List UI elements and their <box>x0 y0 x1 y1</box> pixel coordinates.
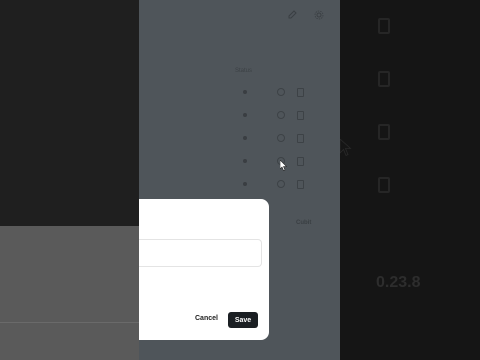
radio-icon[interactable] <box>277 111 285 119</box>
status-dot-icon <box>243 113 247 117</box>
mouse-cursor-icon <box>280 160 287 171</box>
status-column-header: Status <box>235 68 253 74</box>
divider <box>0 322 139 323</box>
radio-icon[interactable] <box>277 88 285 96</box>
dialog-text-field[interactable] <box>139 239 262 267</box>
table-row[interactable] <box>139 132 340 146</box>
copy-icon <box>378 18 390 34</box>
status-dot-icon <box>243 136 247 140</box>
status-dot-icon <box>243 159 247 163</box>
copy-icon <box>378 71 390 87</box>
radio-icon[interactable] <box>277 180 285 188</box>
radio-icon[interactable] <box>277 134 285 142</box>
table-row[interactable] <box>139 86 340 100</box>
copy-icon[interactable] <box>297 111 304 120</box>
status-dot-icon <box>243 90 247 94</box>
edit-dialog: Cancel Save <box>139 199 269 340</box>
status-dot-icon <box>243 182 247 186</box>
table-row[interactable] <box>139 109 340 123</box>
version-text: 0.23.8 <box>376 274 421 291</box>
table-row[interactable] <box>139 178 340 192</box>
copy-icon <box>378 124 390 140</box>
right-background-panel: 0.23.8 <box>340 0 480 360</box>
copy-icon[interactable] <box>297 88 304 97</box>
left-lower-panel <box>0 226 139 360</box>
copy-icon[interactable] <box>297 134 304 143</box>
cancel-button[interactable]: Cancel <box>195 315 218 322</box>
left-background-panel <box>0 0 139 360</box>
copy-icon <box>378 177 390 193</box>
copy-icon[interactable] <box>297 157 304 166</box>
copy-icon[interactable] <box>297 180 304 189</box>
table-row[interactable] <box>139 155 340 169</box>
edit-icon[interactable] <box>287 10 297 20</box>
settings-icon[interactable] <box>314 10 324 20</box>
side-link[interactable]: Cubit <box>296 220 311 226</box>
save-button[interactable]: Save <box>228 312 258 328</box>
background-cursor-icon <box>340 139 352 157</box>
